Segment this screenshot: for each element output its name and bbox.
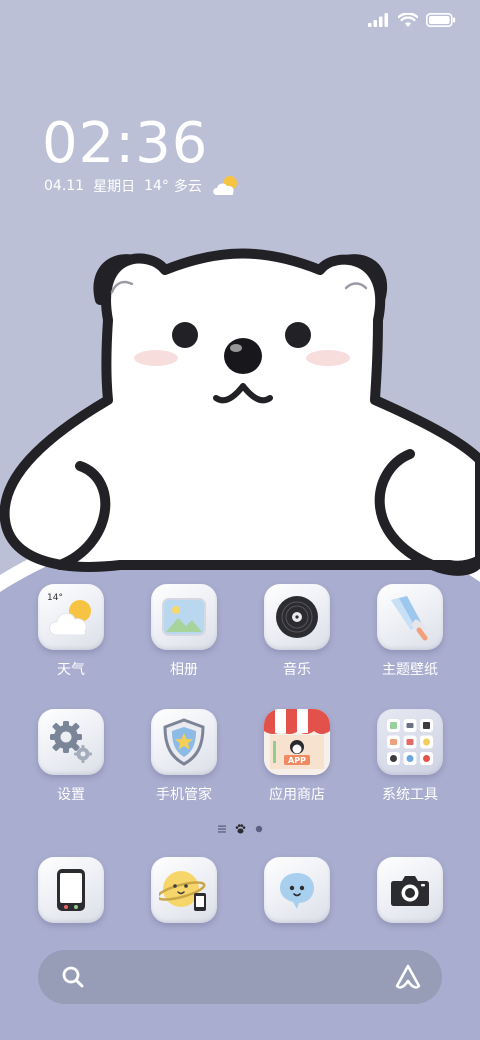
bear-right-eye <box>285 322 311 348</box>
camera-app-icon <box>377 857 443 923</box>
app-label-tools: 系统工具 <box>382 787 438 803</box>
phone-app-icon <box>38 857 104 923</box>
weather-app-temp: 14° <box>47 593 63 603</box>
weather-condition-text: 多云 <box>173 179 202 195</box>
battery-icon <box>426 13 456 27</box>
app-tools-folder[interactable]: 系统工具 <box>360 709 460 805</box>
wifi-icon <box>398 12 418 27</box>
appstore-badge: APP <box>288 756 306 765</box>
signal-icon <box>368 13 388 27</box>
messages-app-icon <box>264 857 330 923</box>
temperature-text: 14° <box>144 178 169 194</box>
app-label-security: 手机管家 <box>156 787 212 803</box>
page-indicator-paw-icon <box>235 824 245 834</box>
themes-app-icon <box>377 584 443 650</box>
security-app-icon <box>151 709 217 775</box>
page-indicator-dot <box>255 825 262 833</box>
tools-folder-icon <box>377 709 443 775</box>
app-music[interactable]: 音乐 <box>247 584 347 680</box>
app-themes[interactable]: 主题壁纸 <box>360 584 460 680</box>
status-bar <box>368 10 456 30</box>
clock-time[interactable]: 02:36 <box>42 112 208 176</box>
app-security[interactable]: 手机管家 <box>134 709 234 805</box>
gallery-app-icon <box>151 584 217 650</box>
home-screen: 02:36 04.11 星期日 14° 多云 14° 天气 相册 音乐 主题壁纸… <box>0 0 480 1040</box>
app-label-settings: 设置 <box>57 787 85 803</box>
app-settings[interactable]: 设置 <box>21 709 121 805</box>
date-weather-line[interactable]: 04.11 星期日 14° 多云 <box>44 174 241 198</box>
appstore-app-icon: APP <box>264 709 330 775</box>
music-app-icon <box>264 584 330 650</box>
app-label-music: 音乐 <box>283 662 311 678</box>
search-icon[interactable] <box>60 964 86 990</box>
assistant-icon[interactable] <box>394 963 422 991</box>
browser-app-icon <box>151 857 217 923</box>
weather-app-icon: 14° <box>38 584 104 650</box>
page-indicator-list-icon <box>217 825 226 833</box>
app-label-gallery: 相册 <box>170 662 198 678</box>
weekday-text: 星期日 <box>93 179 136 195</box>
dock-phone[interactable] <box>21 857 121 927</box>
app-appstore[interactable]: APP 应用商店 <box>247 709 347 805</box>
dock-browser[interactable] <box>134 857 234 927</box>
settings-app-icon <box>38 709 104 775</box>
page-indicator[interactable] <box>0 822 480 836</box>
app-label-themes: 主题壁纸 <box>382 662 438 678</box>
date-text: 04.11 <box>44 178 85 194</box>
bear-nose <box>224 338 262 374</box>
app-label-weather: 天气 <box>57 662 85 678</box>
dock-messages[interactable] <box>247 857 347 927</box>
bear-left-eye <box>172 322 198 348</box>
partly-cloudy-icon <box>213 176 237 195</box>
app-gallery[interactable]: 相册 <box>134 584 234 680</box>
app-label-appstore: 应用商店 <box>269 787 325 803</box>
dock-camera[interactable] <box>360 857 460 927</box>
app-weather[interactable]: 14° 天气 <box>21 584 121 680</box>
search-bar[interactable] <box>38 950 442 1004</box>
